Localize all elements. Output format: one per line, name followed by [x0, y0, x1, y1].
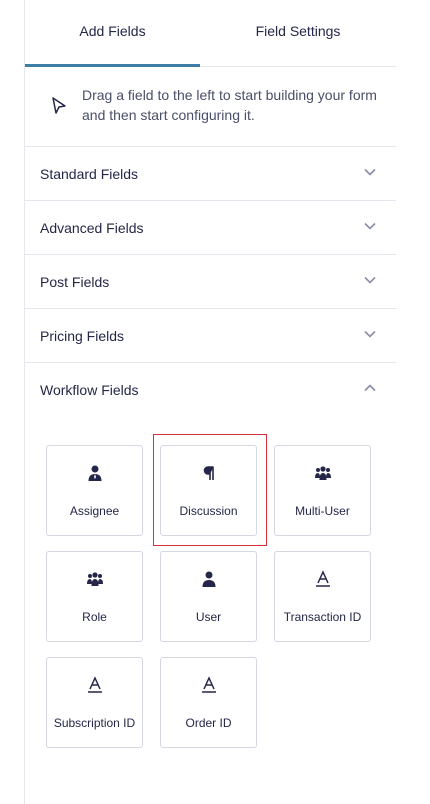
chevron-up-icon [364, 384, 376, 392]
drag-hint-text: Drag a field to the left to start buildi… [82, 87, 377, 123]
section-label: Advanced Fields [40, 219, 144, 236]
section-post-fields[interactable]: Post Fields [25, 255, 396, 309]
field-tile-label: User [195, 610, 222, 624]
text-a-icon [315, 570, 330, 587]
section-label: Standard Fields [40, 165, 139, 182]
section-standard-fields[interactable]: Standard Fields [25, 147, 396, 201]
text-a-icon [87, 676, 102, 693]
chevron-down-icon [364, 276, 376, 284]
field-tile-subscription-id[interactable]: Subscription ID [46, 657, 143, 748]
field-tile-multi-user[interactable]: Multi-User [274, 445, 371, 536]
person-icon [88, 465, 101, 481]
field-tile-label: Role [82, 610, 107, 624]
group-icon [86, 572, 103, 586]
field-tile-order-id[interactable]: Order ID [160, 657, 257, 748]
section-label: Post Fields [40, 273, 110, 290]
group-icon [314, 466, 331, 480]
section-pricing-fields[interactable]: Pricing Fields [25, 309, 396, 363]
field-tile-label: Assignee [69, 504, 120, 518]
field-tile-discussion[interactable]: Discussion [160, 445, 257, 536]
field-tile-transaction-id[interactable]: Transaction ID [274, 551, 371, 642]
tab-field-settings[interactable]: Field Settings [200, 0, 396, 66]
sidebar-tabs: Add Fields Field Settings [25, 0, 396, 67]
field-tile-label: Multi-User [295, 504, 350, 518]
tab-add-fields[interactable]: Add Fields [25, 0, 200, 67]
chevron-down-icon [364, 168, 376, 176]
field-tile-label: Discussion [179, 504, 238, 518]
field-tile-user[interactable]: User [160, 551, 257, 642]
section-workflow-fields[interactable]: Workflow Fields [25, 363, 396, 416]
section-advanced-fields[interactable]: Advanced Fields [25, 201, 396, 255]
cursor-arrow-icon [52, 97, 66, 114]
section-label: Pricing Fields [40, 327, 125, 344]
person-icon [202, 571, 215, 587]
section-label: Workflow Fields [40, 381, 139, 398]
field-tile-label: Subscription ID [53, 716, 136, 730]
field-tile-label: Order ID [185, 716, 232, 730]
drag-hint: Drag a field to the left to start buildi… [25, 67, 396, 147]
chevron-down-icon [364, 222, 376, 230]
pilcrow-icon [203, 466, 214, 480]
chevron-down-icon [364, 330, 376, 338]
field-tile-assignee[interactable]: Assignee [46, 445, 143, 536]
text-a-icon [201, 676, 216, 693]
field-tile-role[interactable]: Role [46, 551, 143, 642]
field-tile-label: Transaction ID [283, 610, 362, 624]
